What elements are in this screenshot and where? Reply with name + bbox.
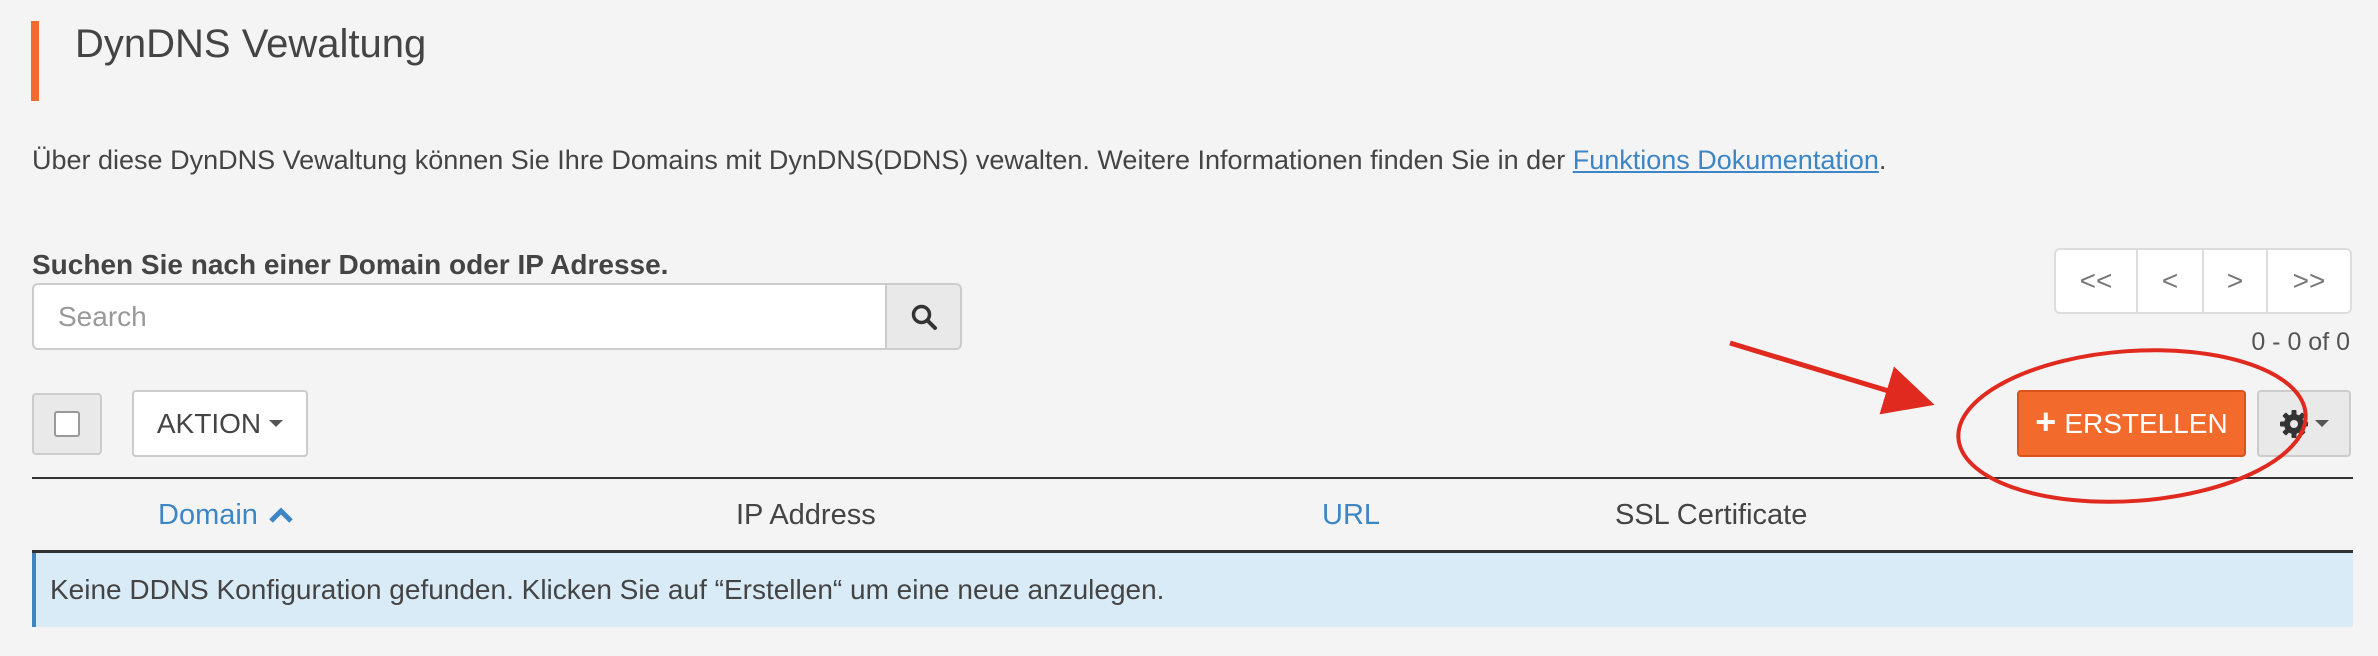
page-first-button[interactable]: << [2056,250,2138,312]
annotation-arrow [1729,340,1935,415]
column-header-ssl-certificate: SSL Certificate [1615,499,1808,531]
page-next-button[interactable]: > [2204,250,2268,312]
plus-icon: + [2035,401,2057,442]
intro-suffix: . [1878,145,1887,175]
select-all-checkbox[interactable] [54,411,80,437]
search-group [32,283,962,350]
intro-text: Über diese DynDNS Vewaltung können Sie I… [32,140,1886,180]
gear-icon [2280,409,2308,438]
column-header-ip-address: IP Address [736,499,876,531]
search-input[interactable] [32,283,885,350]
empty-table-message: Keine DDNS Konfiguration gefunden. Klick… [32,553,2353,627]
erstellen-label: ERSTELLEN [2064,407,2228,439]
table-top-border [32,477,2353,479]
search-icon [911,304,937,330]
caret-down-icon [269,420,284,427]
erstellen-button[interactable]: + ERSTELLEN [2017,390,2246,457]
aktion-label: AKTION [156,407,262,439]
column-header-domain[interactable]: Domain [158,495,294,535]
intro-description: Über diese DynDNS Vewaltung können Sie I… [32,145,1573,175]
page-prev-button[interactable]: < [2138,250,2204,312]
documentation-link[interactable]: Funktions Dokumentation [1573,145,1879,175]
pagination-range: 0 - 0 of 0 [2251,328,2350,356]
title-accent-bar [31,21,39,101]
column-domain-label: Domain [158,499,258,531]
search-label: Suchen Sie nach einer Domain oder IP Adr… [32,249,669,280]
column-header-url[interactable]: URL [1322,495,1380,535]
select-all-checkbox-button[interactable] [32,393,102,455]
search-button[interactable] [885,283,962,350]
aktion-dropdown-button[interactable]: AKTION [132,390,308,457]
caret-down-icon [2315,420,2329,427]
settings-dropdown-button[interactable] [2257,390,2351,457]
page-last-button[interactable]: >> [2268,250,2350,312]
chevron-up-icon [269,507,293,523]
page-title: DynDNS Vewaltung [75,22,427,66]
pagination: << < > >> [2054,248,2352,314]
